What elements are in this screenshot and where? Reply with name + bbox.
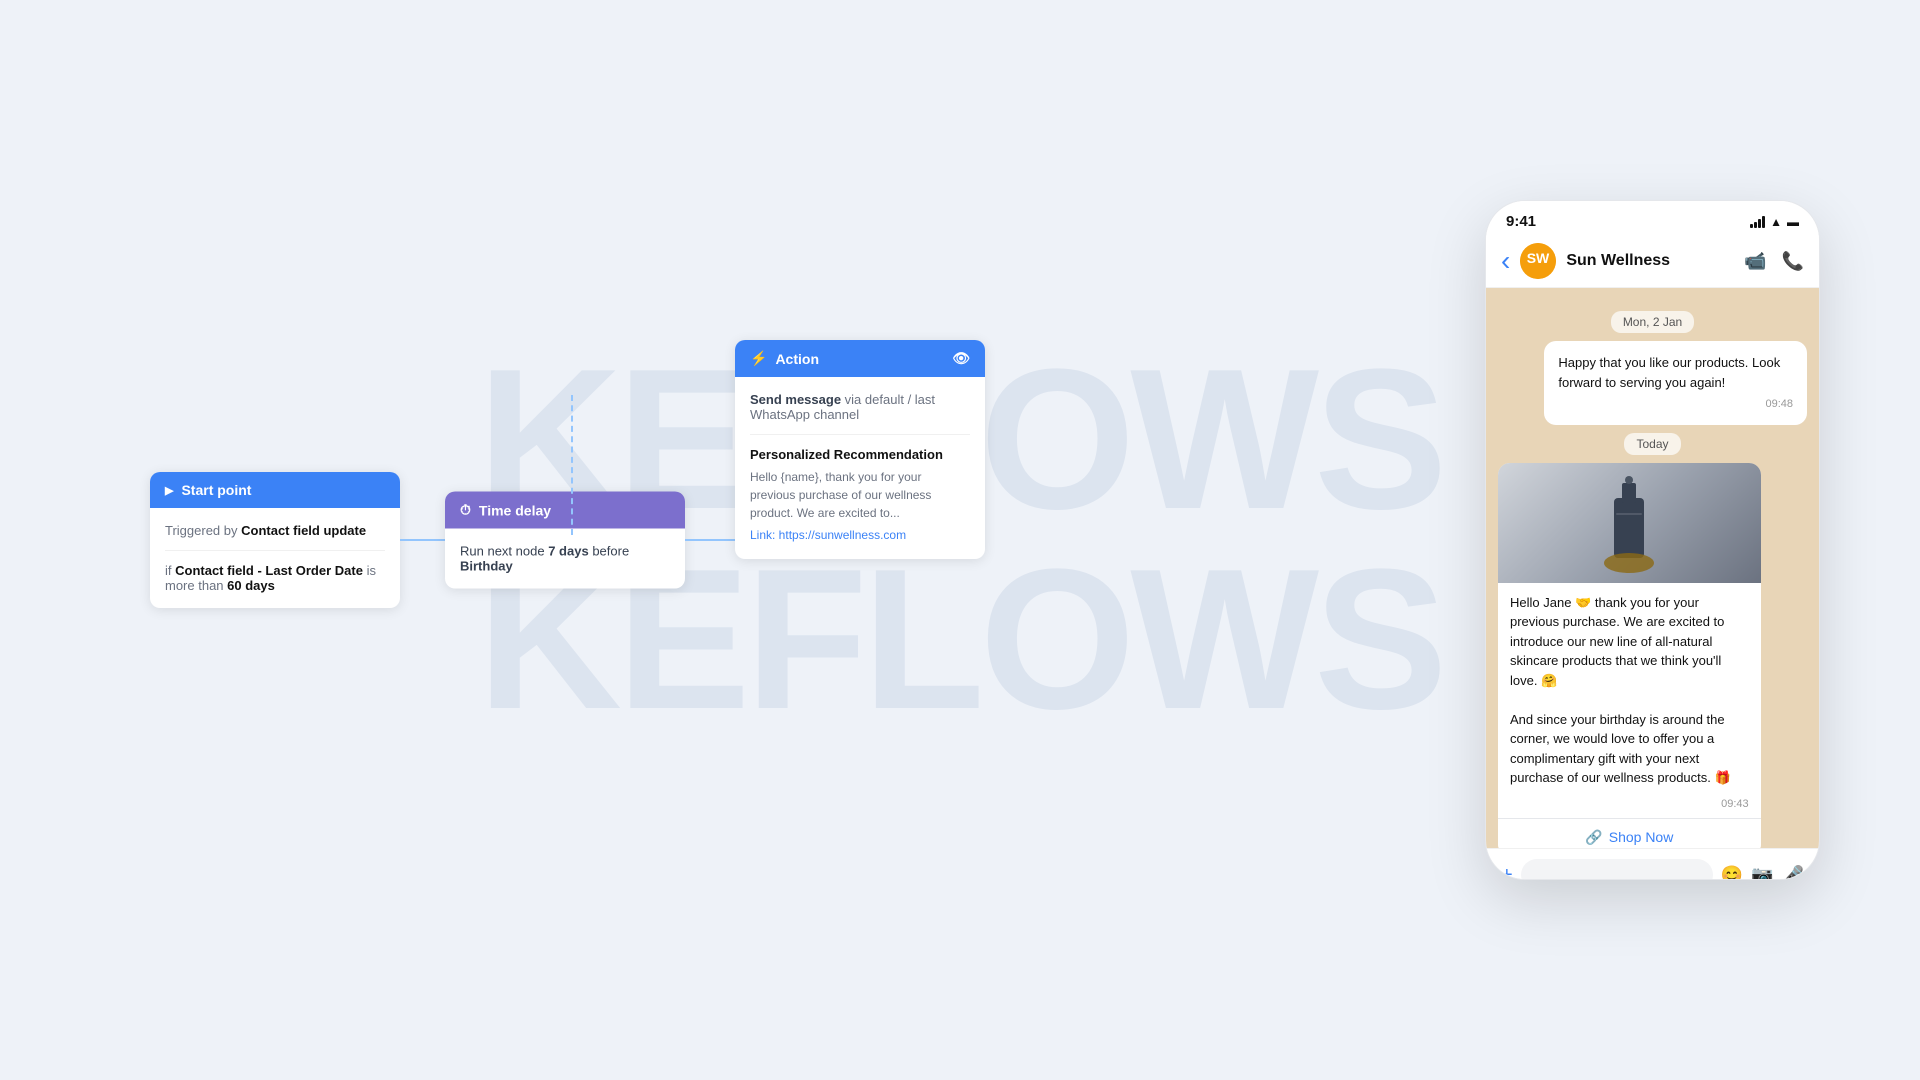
old-message-time: 09:48 bbox=[1558, 396, 1793, 413]
contact-avatar: SW bbox=[1520, 243, 1556, 279]
time-delay-body: Run next node 7 days before Birthday bbox=[445, 529, 685, 589]
main-content: Start point Triggered by Contact field u… bbox=[0, 0, 1920, 1080]
condition-info: if Contact field - Last Order Date is mo… bbox=[165, 550, 385, 593]
delay-event: Birthday bbox=[460, 559, 513, 574]
bolt-icon: ⚡ bbox=[750, 350, 767, 367]
phone-call-icon[interactable]: 📞 bbox=[1782, 251, 1804, 272]
add-icon[interactable]: + bbox=[1501, 864, 1513, 881]
condition-value: 60 days bbox=[227, 578, 275, 593]
status-bar: 9:41 ▲ ▬ bbox=[1486, 201, 1819, 235]
action-node[interactable]: ⚡ Action 👁 Send message via default / la… bbox=[735, 340, 985, 559]
chat-header: ‹ SW Sun Wellness 📹 📞 bbox=[1486, 235, 1819, 288]
new-message-time: 09:43 bbox=[1498, 798, 1761, 818]
time-delay-label: Time delay bbox=[479, 502, 551, 518]
header-actions: 📹 📞 bbox=[1744, 251, 1804, 272]
play-icon bbox=[165, 484, 173, 497]
condition-field: Contact field - Last Order Date bbox=[175, 563, 363, 578]
svg-text:SW: SW bbox=[1527, 250, 1550, 266]
battery-icon: ▬ bbox=[1787, 215, 1799, 229]
signal-icon bbox=[1750, 216, 1765, 228]
recommendation-title: Personalized Recommendation bbox=[750, 447, 970, 462]
connector-2 bbox=[685, 539, 740, 541]
shop-now-button[interactable]: 🔗 Shop Now bbox=[1498, 818, 1761, 849]
old-message-bubble: Happy that you like our products. Look f… bbox=[1544, 341, 1807, 425]
flow-canvas: Start point Triggered by Contact field u… bbox=[60, 40, 1485, 1040]
camera-icon[interactable]: 📷 bbox=[1751, 865, 1773, 881]
video-call-icon[interactable]: 📹 bbox=[1744, 251, 1766, 272]
status-icons: ▲ ▬ bbox=[1750, 215, 1799, 229]
action-header: ⚡ Action 👁 bbox=[735, 340, 985, 377]
eye-icon[interactable]: 👁 bbox=[952, 350, 970, 367]
link-icon: 🔗 bbox=[1585, 829, 1602, 846]
send-message-info: Send message via default / last WhatsApp… bbox=[750, 392, 970, 435]
back-button[interactable]: ‹ bbox=[1501, 247, 1510, 275]
recommendation-text: Hello {name}, thank you for your previou… bbox=[750, 468, 970, 522]
clock-icon: ⏱ bbox=[460, 502, 471, 519]
mic-icon[interactable]: 🎤 bbox=[1782, 865, 1804, 881]
delay-days: 7 days bbox=[548, 544, 588, 559]
message-input[interactable] bbox=[1521, 859, 1713, 880]
trigger-info: Triggered by Contact field update bbox=[165, 523, 385, 538]
new-message-text: Hello Jane 🤝 thank you for your previous… bbox=[1498, 583, 1761, 798]
chat-date-today: Today bbox=[1498, 435, 1807, 453]
contact-name: Sun Wellness bbox=[1566, 252, 1734, 270]
product-image bbox=[1498, 463, 1761, 583]
action-body: Send message via default / last WhatsApp… bbox=[735, 377, 985, 559]
recommendation-link: Link: https://sunwellness.com bbox=[750, 526, 970, 544]
phone-mockup: 9:41 ▲ ▬ ‹ SW Sun Wellness bbox=[1485, 200, 1820, 880]
dashed-connector bbox=[571, 395, 573, 535]
wifi-icon: ▲ bbox=[1770, 215, 1782, 229]
chat-date-old: Mon, 2 Jan bbox=[1498, 313, 1807, 331]
status-time: 9:41 bbox=[1506, 213, 1536, 230]
shop-now-label: Shop Now bbox=[1609, 829, 1674, 845]
time-delay-header: ⏱ Time delay bbox=[445, 492, 685, 529]
chat-area[interactable]: Mon, 2 Jan Happy that you like our produ… bbox=[1486, 288, 1819, 848]
start-point-label: Start point bbox=[181, 482, 251, 498]
start-point-node[interactable]: Start point Triggered by Contact field u… bbox=[150, 472, 400, 608]
new-message-bubble: Hello Jane 🤝 thank you for your previous… bbox=[1498, 463, 1761, 849]
connector-1 bbox=[400, 539, 450, 541]
action-label: Action bbox=[775, 351, 819, 367]
start-point-header: Start point bbox=[150, 472, 400, 508]
time-delay-node[interactable]: ⏱ Time delay Run next node 7 days before… bbox=[445, 492, 685, 589]
start-node-body: Triggered by Contact field update if Con… bbox=[150, 508, 400, 608]
bottom-bar: + 😊 📷 🎤 bbox=[1486, 848, 1819, 880]
sticker-icon[interactable]: 😊 bbox=[1721, 865, 1743, 881]
